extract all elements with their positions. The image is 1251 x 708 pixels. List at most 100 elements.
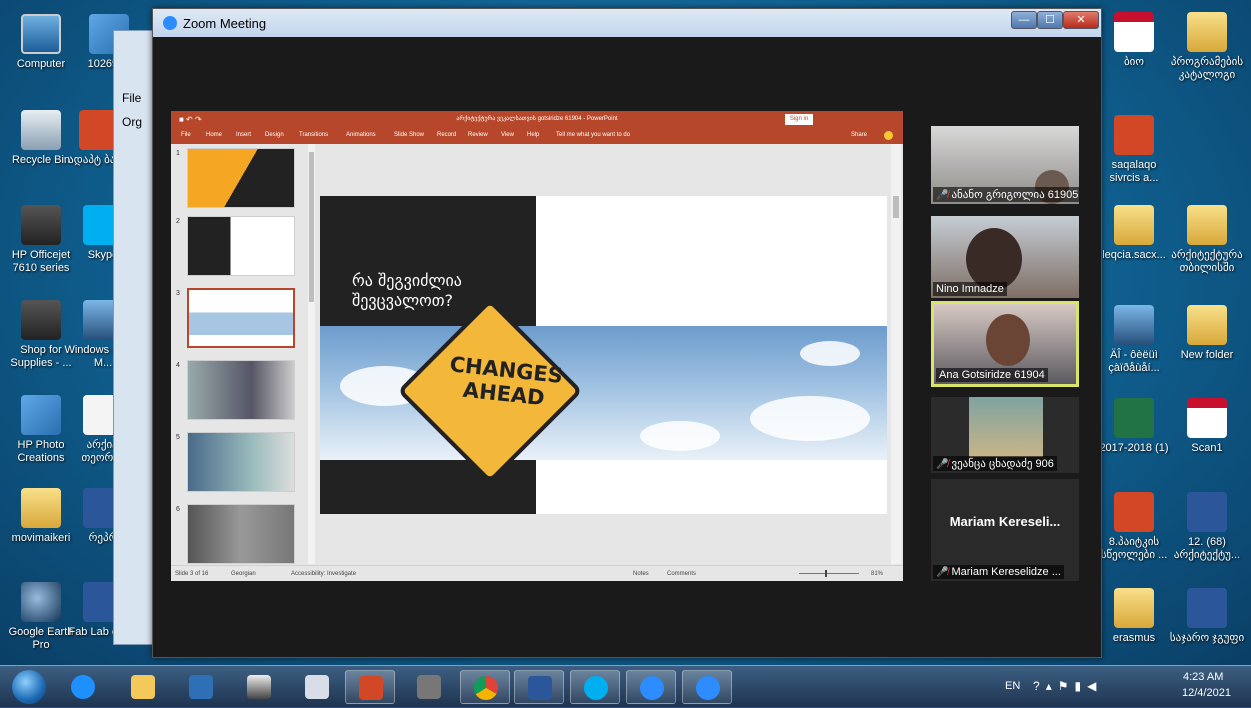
folder-icon [21,488,61,528]
desktop-icon-arch-tbilisi[interactable]: არქიტექტურა თბილისში [1168,205,1246,275]
pdf-icon [1114,12,1154,52]
video-file-icon [1114,305,1154,345]
thumb-number: 6 [176,506,180,513]
folder-icon [1187,305,1227,345]
window-title: Zoom Meeting [183,16,267,31]
ribbon-tab: File [181,132,191,138]
participant-video-tile[interactable]: 🎤̸ ვეანცა ცხადაძე 906 [931,397,1079,473]
desktop-icon-label: HP Photo Creations [17,439,65,464]
ribbon-tab: Record [437,132,457,138]
zoom-window[interactable]: Zoom Meeting — ☐ ✕ ■ ↶ ↷ არქიტექტურა ვეკ… [152,8,1102,658]
taskbar-word[interactable] [514,670,564,704]
participant-video-tile[interactable]: Mariam Kereseli... 🎤̸ Mariam Kereselidze … [931,479,1079,581]
desktop-icon-erasmus[interactable]: erasmus [1095,588,1173,645]
hp-photo-icon [21,395,61,435]
shop-supplies-icon [21,300,61,340]
ribbon-tab: Design [265,132,284,138]
sign-in-button: Sign in [785,114,813,125]
desktop-icon-public-group[interactable]: საჯარო ჯგუფი [1168,588,1246,645]
maximize-button[interactable]: ☐ [1037,11,1063,29]
calculator-icon [417,675,441,699]
desktop-icon-pdf-bio[interactable]: ბიო [1095,12,1173,69]
thumb-number: 2 [176,218,180,225]
folder-icon [1187,12,1227,52]
desktop-icon-film[interactable]: ÄÎ - ôèëüì çàïðåùåí... [1095,305,1173,375]
slide-thumbnail [187,504,295,564]
desktop-icon-label: Shop for Supplies - ... [10,344,72,369]
mic-muted-icon: 🎤̸ [936,190,949,201]
start-button[interactable] [12,670,46,704]
clock-date[interactable]: 12/4/2021 [1182,687,1231,699]
excel-file-icon [1114,398,1154,438]
desktop-icon-leqcia[interactable]: leqcia.sacx... [1095,205,1173,262]
desktop-icon-word-12[interactable]: 12. (68) არქიტექტუ... [1168,492,1246,562]
show-hidden-icon[interactable]: ▴ [1046,679,1058,693]
taskbar-chrome[interactable] [460,670,510,704]
participant-name: Nino Imnadze [933,282,1007,296]
desktop-icon-ppt-8[interactable]: 8.პაიტკის სწეოლები ... [1095,492,1173,562]
close-button[interactable]: ✕ [1063,11,1099,29]
desktop-icon-scan1[interactable]: Scan1 [1168,398,1246,455]
taskbar-zoom[interactable] [626,670,676,704]
taskbar-skype[interactable] [570,670,620,704]
slide-thumbnail [187,432,295,492]
help-icon[interactable]: ? [1033,679,1046,693]
taskbar-media[interactable] [176,670,226,704]
flag-icon[interactable]: ⚑ [1058,679,1075,693]
zoom-icon [640,676,664,700]
thumb-number: 4 [176,362,180,369]
desktop-icon-computer[interactable]: Computer [2,14,80,71]
archicad-icon [247,675,271,699]
desktop-icon-catalog[interactable]: პროგრამების კატალოგი [1168,12,1246,82]
zoom-icon [696,676,720,700]
explorer-organize-button[interactable]: Org [122,115,142,129]
file-explorer-icon [131,675,155,699]
zoom-titlebar[interactable]: Zoom Meeting — ☐ ✕ [153,9,1101,37]
participant-name: Ana Gotsiridze 61904 [936,368,1048,382]
language-indicator[interactable]: EN [1005,680,1020,692]
taskbar-ie[interactable] [58,670,108,704]
minimize-button[interactable]: — [1011,11,1037,29]
ppt-status-bar: Slide 3 of 16 Georgian Accessibility: In… [171,565,903,581]
recycle-bin-icon [21,110,61,150]
participant-name: 🎤̸ ანანო გრიგოლია 61905 [933,187,1079,202]
notes-button: Notes [633,571,649,577]
internet-explorer-icon [71,675,95,699]
taskbar-snipping[interactable] [292,670,342,704]
desktop-icon-new-folder[interactable]: New folder [1168,305,1246,362]
slide-thumbnail-selected [187,288,295,348]
taskbar-zoom-meeting[interactable] [682,670,732,704]
volume-icon[interactable]: ◀ [1087,679,1102,693]
computer-icon [21,14,61,54]
taskbar-explorer[interactable] [118,670,168,704]
network-icon[interactable]: ▮ [1074,679,1087,693]
zoom-slider-knob [825,570,827,577]
zoom-percent: 81% [871,571,884,577]
tray-icons[interactable]: ?▴⚑▮◀ [1033,679,1102,693]
participant-avatar [986,314,1030,366]
explorer-file-menu[interactable]: File [122,91,141,105]
slide-thumbnails: 1 2 3 4 5 6 [171,144,318,564]
participant-avatar [966,228,1022,290]
taskbar-powerpoint[interactable] [345,670,395,704]
desktop-icon-excel[interactable]: 2017-2018 (1) [1095,398,1173,455]
participant-video-tile[interactable]: Nino Imnadze [931,216,1079,298]
feedback-smiley-icon [884,131,893,140]
desktop-icon-label: ÄÎ - ôèëüì çàïðåùåí... [1108,349,1160,374]
mic-muted-icon: 🎤̸ [936,459,949,470]
participant-video-tile-active-speaker[interactable]: Ana Gotsiridze 61904 [931,301,1079,387]
word-file-icon [1187,492,1227,532]
desktop-icon-saqalaqo[interactable]: saqalaqo sivrcis a... [1095,115,1173,185]
language-indicator: Georgian [231,571,256,577]
share-button: Share [851,132,868,138]
powerpoint-file-icon [1114,115,1154,155]
desktop-icon-label: პროგრამების კატალოგი [1170,56,1244,81]
clock-time[interactable]: 4:23 AM [1183,671,1223,683]
participant-video-tile[interactable]: 🎤̸ ანანო გრიგოლია 61905 [931,126,1079,204]
ribbon-tab: View [501,132,514,138]
desktop-icon-label: Computer [16,58,66,70]
ribbon-tab: Help [527,132,540,138]
slide-counter: Slide 3 of 16 [175,571,209,577]
taskbar-archicad[interactable] [234,670,284,704]
taskbar-calculator[interactable] [404,670,454,704]
